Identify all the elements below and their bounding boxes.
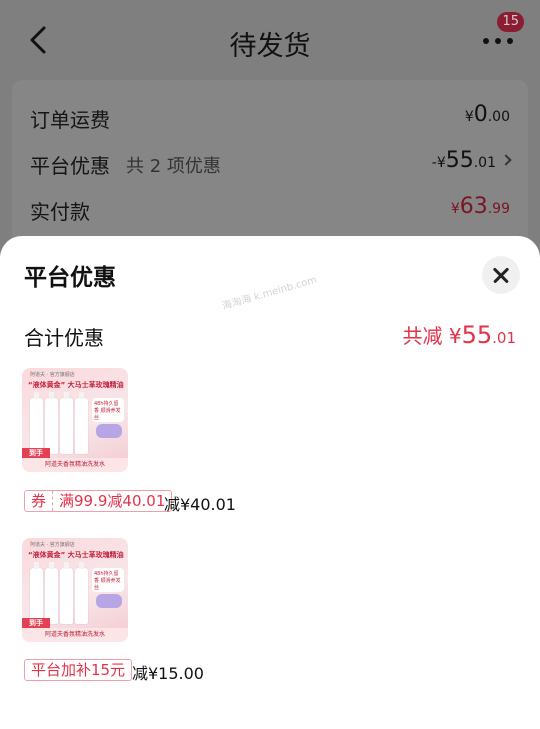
comb-image bbox=[96, 594, 122, 608]
header: 待发货 15 bbox=[0, 0, 540, 80]
coupon-label: 券 bbox=[25, 491, 54, 511]
platform-subsidy-tag: 平台加补15元 bbox=[24, 659, 133, 681]
shipping-label: 订单运费 bbox=[30, 108, 110, 132]
total-discount-amount: 共减 ¥55.01 bbox=[402, 321, 517, 349]
chevron-right-icon bbox=[500, 154, 512, 166]
comb-image bbox=[96, 424, 122, 438]
total-discount-label: 合计优惠 bbox=[24, 326, 104, 350]
subsidy-label: 平台加补15元 bbox=[31, 661, 126, 679]
paid-row: 实付款 ¥63.99 bbox=[30, 188, 510, 228]
close-icon[interactable] bbox=[482, 256, 520, 294]
product-price-tag: 到手119 bbox=[22, 448, 50, 467]
product-brand: 阿道夫 · 官方旗舰店 bbox=[30, 542, 75, 548]
product-price-tag: 到手119 bbox=[22, 618, 50, 637]
product-badge: 48h持久留香 顺滑养发丝 bbox=[92, 398, 124, 422]
shipping-amount: ¥0.00 bbox=[464, 102, 510, 127]
shipping-row: 订单运费 ¥0.00 bbox=[30, 96, 510, 136]
paid-label: 实付款 bbox=[30, 200, 90, 224]
order-summary: 订单运费 ¥0.00 平台优惠 共 2 项优惠 -¥55.01 实付款 ¥63.… bbox=[12, 80, 528, 250]
product-thumbnail[interactable]: 阿道夫 · 官方旗舰店 “液体黄金” 大马士革玫瑰精油 48h持久留香 顺滑养发… bbox=[22, 368, 128, 472]
bottle-image bbox=[30, 392, 43, 454]
product-caption: 阿道夫香氛精油洗发水 bbox=[22, 458, 128, 472]
reduce-amount: 减¥40.01 bbox=[164, 495, 236, 514]
product-badge: 48h持久留香 顺滑养发丝 bbox=[92, 568, 124, 592]
product-thumbnail[interactable]: 阿道夫 · 官方旗舰店 “液体黄金” 大马士革玫瑰精油 48h持久留香 顺滑养发… bbox=[22, 538, 128, 642]
bottle-image bbox=[75, 562, 88, 624]
bottle-image bbox=[45, 562, 58, 624]
product-slogan: “液体黄金” 大马士革玫瑰精油 bbox=[28, 551, 124, 559]
platform-discount-row[interactable]: 平台优惠 共 2 项优惠 -¥55.01 bbox=[30, 142, 512, 182]
bottle-image bbox=[60, 562, 73, 624]
bottle-image bbox=[30, 562, 43, 624]
discount-label: 平台优惠 bbox=[30, 154, 110, 178]
product-slogan: “液体黄金” 大马士革玫瑰精油 bbox=[28, 381, 124, 389]
notification-badge: 15 bbox=[497, 12, 524, 32]
reduce-amount: 减¥15.00 bbox=[132, 664, 204, 683]
sheet-title: 平台优惠 bbox=[24, 265, 116, 291]
bottle-image bbox=[45, 392, 58, 454]
product-caption: 阿道夫香氛精油洗发水 bbox=[22, 628, 128, 642]
product-brand: 阿道夫 · 官方旗舰店 bbox=[30, 372, 75, 378]
page-title: 待发货 bbox=[229, 31, 311, 62]
discount-count: 共 2 项优惠 bbox=[126, 156, 221, 177]
bottle-image bbox=[75, 392, 88, 454]
coupon-tag: 券 满99.9减40.01 bbox=[24, 490, 173, 512]
discount-sheet: 平台优惠 海淘海 k.meinb.com 合计优惠 共减 ¥55.01 阿道夫 … bbox=[0, 236, 540, 729]
watermark: 海淘海 k.meinb.com bbox=[220, 274, 319, 313]
bottle-image bbox=[60, 392, 73, 454]
coupon-condition: 满99.9减40.01 bbox=[59, 492, 166, 510]
paid-amount: ¥63.99 bbox=[450, 194, 510, 219]
discount-amount: -¥55.01 bbox=[432, 148, 512, 173]
